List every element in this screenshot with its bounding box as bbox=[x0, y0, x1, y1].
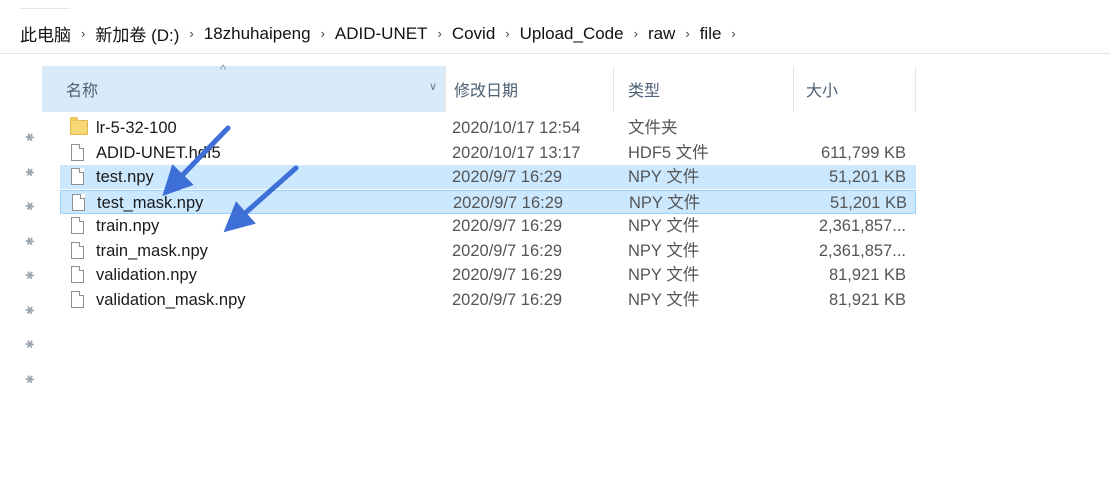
column-header-name-label: 名称 bbox=[66, 83, 99, 100]
sort-ascending-icon: ^ bbox=[220, 62, 227, 77]
file-size: 51,201 KB bbox=[829, 193, 907, 212]
folder-icon-shape bbox=[70, 117, 88, 135]
pin-icon[interactable]: ✱ bbox=[21, 267, 43, 289]
pin-icon[interactable]: ✱ bbox=[21, 301, 43, 323]
file-row[interactable]: train.npy 2020/9/7 16:29 NPY 文件 2,361,857..… bbox=[60, 214, 916, 238]
pin-icon[interactable]: ✱ bbox=[21, 370, 43, 392]
title-strip bbox=[0, 0, 1110, 14]
breadcrumb-file[interactable]: file bbox=[700, 24, 722, 44]
file-size: 81,921 KB bbox=[828, 290, 906, 309]
chevron-right-icon[interactable]: › bbox=[189, 26, 193, 41]
breadcrumb-18zhuhaipeng[interactable]: 18zhuhaipeng bbox=[204, 24, 311, 44]
column-header-name[interactable]: ^ 名称 ∨ bbox=[42, 62, 446, 112]
chevron-right-icon[interactable]: › bbox=[634, 26, 638, 41]
chevron-right-icon[interactable]: › bbox=[81, 26, 85, 41]
file-size: 51,201 KB bbox=[828, 168, 906, 186]
folder-icon bbox=[70, 117, 88, 137]
file-name: lr-5-32-100 bbox=[96, 119, 177, 137]
pin-icon[interactable]: ✱ bbox=[21, 198, 43, 220]
file-row[interactable]: lr-5-32-100 2020/10/17 12:54 文件夹 bbox=[60, 116, 916, 140]
file-row[interactable]: test.npy 2020/9/7 16:29 NPY 文件 51,201 KB bbox=[60, 165, 916, 189]
chevron-right-icon[interactable]: › bbox=[685, 26, 689, 41]
chevron-right-icon[interactable]: › bbox=[731, 26, 735, 41]
file-row[interactable]: test_mask.npy 2020/9/7 16:29 NPY 文件 51,201 … bbox=[60, 189, 916, 214]
title-strip-edge bbox=[20, 0, 70, 9]
column-header-type-label: 类型 bbox=[628, 83, 661, 100]
chevron-right-icon[interactable]: › bbox=[321, 26, 325, 41]
breadcrumb-covid[interactable]: Covid bbox=[452, 24, 495, 44]
file-modified-date: 2020/10/17 12:54 bbox=[452, 119, 581, 137]
chevron-down-icon[interactable]: ∨ bbox=[429, 80, 437, 93]
pin-icon[interactable]: ✱ bbox=[21, 163, 43, 185]
column-header-size[interactable]: 大小 bbox=[794, 66, 916, 112]
file-size: 611,799 KB bbox=[820, 143, 906, 162]
file-row[interactable]: validation.npy 2020/9/7 16:29 NPY 文件 81,921… bbox=[60, 263, 916, 287]
pin-icon[interactable]: ✱ bbox=[21, 232, 43, 254]
column-header-type[interactable]: 类型 bbox=[614, 66, 794, 112]
file-row[interactable]: validation_mask.npy 2020/9/7 16:29 NPY 文件 8… bbox=[60, 288, 916, 312]
file-size: 2,361,857... bbox=[818, 241, 906, 260]
pin-icon[interactable]: ✱ bbox=[21, 129, 43, 151]
breadcrumb-adid-unet[interactable]: ADID-UNET bbox=[335, 24, 428, 44]
breadcrumb[interactable]: 此电脑 › 新加卷 (D:) › 18zhuhaipeng › ADID-UNE… bbox=[0, 14, 1110, 54]
column-header-date-label: 修改日期 bbox=[454, 83, 519, 100]
pin-icon[interactable]: ✱ bbox=[21, 336, 43, 358]
file-row[interactable]: ADID-UNET.hdf5 2020/10/17 13:17 HDF5 文件 611… bbox=[60, 141, 916, 165]
breadcrumb-raw[interactable]: raw bbox=[648, 24, 675, 44]
file-row[interactable]: train_mask.npy 2020/9/7 16:29 NPY 文件 2,361,… bbox=[60, 239, 916, 263]
column-header-date[interactable]: 修改日期 bbox=[446, 66, 614, 112]
breadcrumb-upload-code[interactable]: Upload_Code bbox=[520, 24, 624, 44]
chevron-right-icon[interactable]: › bbox=[505, 26, 509, 41]
breadcrumb-this-pc[interactable]: 此电脑 bbox=[20, 21, 71, 46]
file-size: 81,921 KB bbox=[828, 266, 906, 284]
file-size: 2,361,857... bbox=[818, 217, 906, 235]
chevron-right-icon[interactable]: › bbox=[437, 26, 441, 41]
file-type: 文件夹 bbox=[628, 119, 678, 137]
breadcrumb-drive-d[interactable]: 新加卷 (D:) bbox=[95, 21, 179, 46]
column-header-size-label: 大小 bbox=[806, 83, 839, 100]
